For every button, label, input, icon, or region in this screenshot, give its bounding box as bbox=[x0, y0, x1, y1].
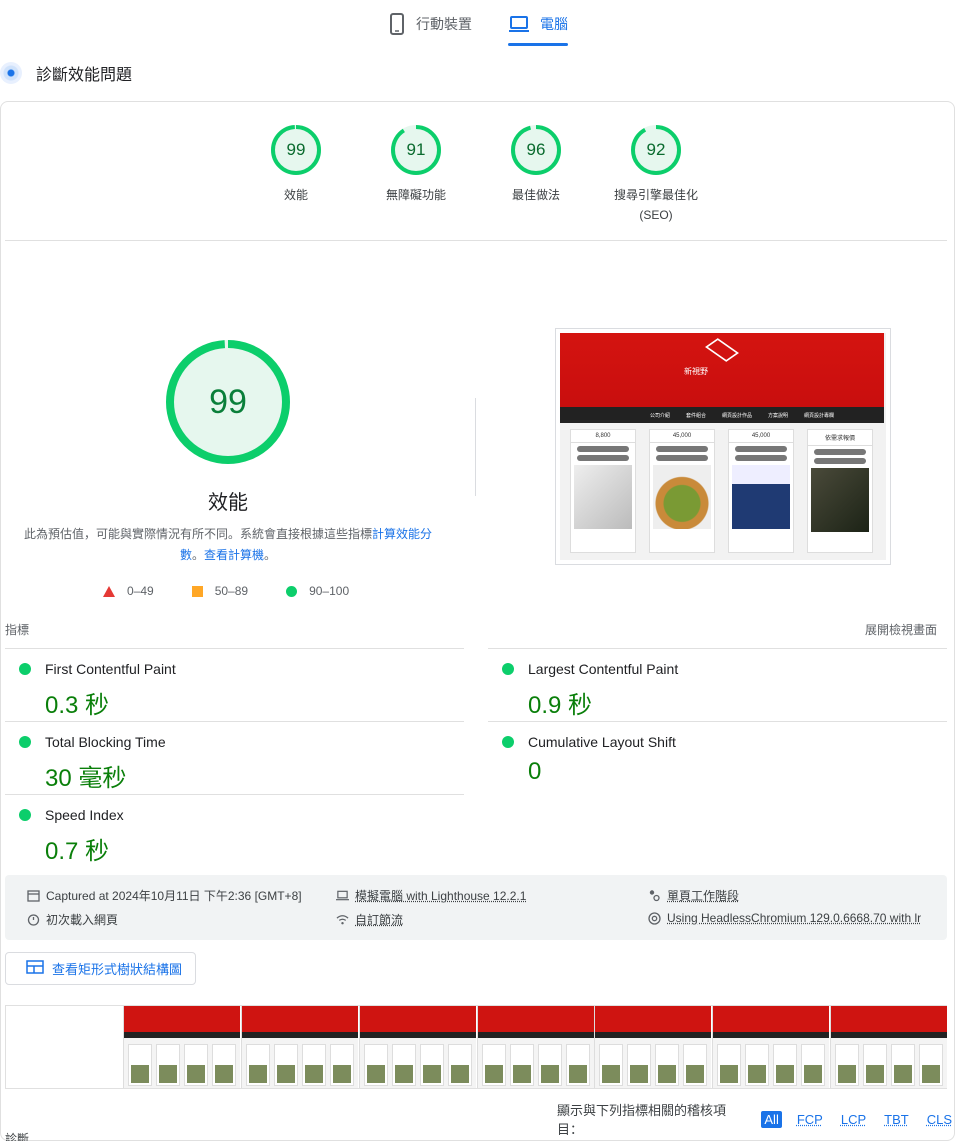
performance-title: 效能 bbox=[178, 486, 278, 515]
single-session[interactable]: 單頁工作階段 bbox=[648, 887, 739, 904]
filmstrip-frame[interactable] bbox=[241, 1006, 358, 1088]
preview-brand: 新視野 bbox=[684, 366, 708, 377]
average-square-icon bbox=[192, 586, 203, 597]
pass-circle-icon bbox=[19, 809, 31, 821]
chrome-icon bbox=[648, 912, 661, 925]
preview-nav: 公司介紹 套件組合 網頁設計作品 方案說明 網頁設計專欄 bbox=[560, 407, 884, 423]
diagnose-title: 診斷效能問題 bbox=[36, 61, 132, 85]
filmstrip-frame[interactable] bbox=[359, 1006, 476, 1088]
metric-fcp: First Contentful Paint 0.3 秒 bbox=[5, 661, 445, 720]
gauge-label: 效能 bbox=[251, 185, 341, 205]
diagnose-header: 診斷效能問題 bbox=[0, 60, 132, 86]
pass-circle-icon bbox=[19, 736, 31, 748]
metric-value: 30 毫秒 bbox=[5, 758, 445, 793]
throttling[interactable]: 自訂節流 bbox=[336, 911, 403, 928]
pass-circle-icon bbox=[502, 736, 514, 748]
preview-card: 45,000 bbox=[649, 429, 715, 553]
calendar-icon bbox=[27, 889, 40, 902]
divider bbox=[488, 721, 947, 722]
divider bbox=[5, 648, 464, 649]
mobile-phone-icon bbox=[388, 13, 406, 35]
tab-desktop[interactable]: 電腦 bbox=[508, 6, 568, 42]
people-icon bbox=[648, 889, 661, 902]
laptop-icon bbox=[508, 15, 530, 33]
gauge-score: 96 bbox=[511, 125, 561, 175]
treemap-icon bbox=[26, 960, 44, 977]
final-screenshot[interactable]: 新視野 公司介紹 套件組合 網頁設計作品 方案說明 網頁設計專欄 8,800 45,00… bbox=[555, 328, 891, 565]
pass-circle-icon bbox=[19, 663, 31, 675]
audit-filter: 顯示與下列指標相關的稽核項目： All FCP LCP TBT CLS bbox=[557, 1100, 955, 1138]
metrics-title: 指標 bbox=[5, 621, 29, 638]
metric-value: 0.7 秒 bbox=[5, 831, 445, 866]
filter-chip-cls[interactable]: CLS bbox=[924, 1111, 955, 1128]
preview-card: 8,800 bbox=[570, 429, 636, 553]
metric-value: 0.9 秒 bbox=[488, 685, 928, 720]
metric-lcp: Largest Contentful Paint 0.9 秒 bbox=[488, 661, 928, 720]
pass-circle-icon bbox=[502, 663, 514, 675]
performance-gauge: 99 bbox=[166, 340, 290, 464]
filmstrip bbox=[5, 1005, 947, 1089]
divider bbox=[5, 240, 947, 241]
preview-card: 依需求報價 bbox=[807, 429, 873, 553]
metric-value: 0.3 秒 bbox=[5, 685, 445, 720]
diagnostics-heading: 診斷 bbox=[5, 1130, 29, 1141]
preview-cards: 8,800 45,000 45,000 依需求報價 bbox=[570, 429, 873, 553]
filmstrip-frame[interactable] bbox=[477, 1006, 594, 1088]
filmstrip-frame[interactable] bbox=[123, 1006, 240, 1088]
gauge-seo[interactable]: 92 搜尋引擎最佳化 (SEO) bbox=[611, 125, 701, 225]
view-treemap-button[interactable]: 查看矩形式樹狀結構圖 bbox=[5, 952, 196, 985]
lighthouse-spinner-icon bbox=[0, 62, 22, 84]
score-legend: 0–49 50–89 90–100 bbox=[103, 584, 387, 598]
browser-version[interactable]: Using HeadlessChromium 129.0.6668.70 wit… bbox=[648, 911, 921, 925]
gauge-label: 無障礙功能 bbox=[371, 185, 461, 205]
gauge-accessibility[interactable]: 91 無障礙功能 bbox=[371, 125, 461, 205]
gauge-score: 99 bbox=[271, 125, 321, 175]
device-tabs: 行動裝置 電腦 bbox=[0, 0, 955, 44]
metric-speed-index: Speed Index 0.7 秒 bbox=[5, 807, 445, 866]
divider bbox=[488, 648, 947, 649]
runtime-settings: Captured at 2024年10月11日 下午2:36 [GMT+8] 初… bbox=[5, 875, 947, 940]
wifi-icon bbox=[336, 913, 349, 926]
metric-cls: Cumulative Layout Shift 0 bbox=[488, 734, 928, 786]
gauge-score: 91 bbox=[391, 125, 441, 175]
emulated-desktop[interactable]: 模擬電腦 with Lighthouse 12.2.1 bbox=[336, 887, 526, 904]
filter-chip-lcp[interactable]: LCP bbox=[838, 1111, 869, 1128]
filmstrip-frame[interactable] bbox=[830, 1006, 947, 1088]
metric-value: 0 bbox=[488, 758, 928, 786]
preview-card: 45,000 bbox=[728, 429, 794, 553]
filter-chip-all[interactable]: All bbox=[761, 1111, 781, 1128]
divider bbox=[5, 721, 464, 722]
view-calculator-link[interactable]: 查看計算機 bbox=[204, 548, 264, 562]
filter-chip-tbt[interactable]: TBT bbox=[881, 1111, 912, 1128]
fail-triangle-icon bbox=[103, 586, 115, 597]
gauge-label: 最佳做法 bbox=[491, 185, 581, 205]
estimate-note: 此為預估值，可能與實際情況有所不同。系統會直接根據這些指標計算效能分數。查看計算… bbox=[22, 524, 434, 566]
metric-tbt: Total Blocking Time 30 毫秒 bbox=[5, 734, 445, 793]
gauge-performance[interactable]: 99 效能 bbox=[251, 125, 341, 205]
vertical-divider bbox=[475, 398, 476, 496]
filter-chip-fcp[interactable]: FCP bbox=[794, 1111, 826, 1128]
filmstrip-frame[interactable] bbox=[594, 1006, 711, 1088]
filmstrip-frame[interactable] bbox=[712, 1006, 829, 1088]
expand-view-toggle[interactable]: 展開檢視畫面 bbox=[865, 621, 937, 638]
tab-desktop-label: 電腦 bbox=[540, 14, 568, 34]
captured-at: Captured at 2024年10月11日 下午2:36 [GMT+8] bbox=[27, 887, 302, 904]
laptop-icon bbox=[336, 889, 349, 902]
treemap-label: 查看矩形式樹狀結構圖 bbox=[52, 959, 182, 978]
gauge-score: 92 bbox=[631, 125, 681, 175]
tab-mobile[interactable]: 行動裝置 bbox=[388, 6, 472, 42]
gauge-best-practices[interactable]: 96 最佳做法 bbox=[491, 125, 581, 205]
metrics-header: 指標 展開檢視畫面 bbox=[5, 621, 937, 638]
timer-icon bbox=[27, 913, 40, 926]
pass-circle-icon bbox=[286, 586, 297, 597]
tab-mobile-label: 行動裝置 bbox=[416, 14, 472, 34]
filter-label: 顯示與下列指標相關的稽核項目： bbox=[557, 1100, 749, 1138]
performance-score: 99 bbox=[166, 340, 290, 464]
divider bbox=[5, 794, 464, 795]
gauge-label: 搜尋引擎最佳化 (SEO) bbox=[611, 185, 701, 225]
initial-load: 初次載入網頁 bbox=[27, 911, 118, 928]
